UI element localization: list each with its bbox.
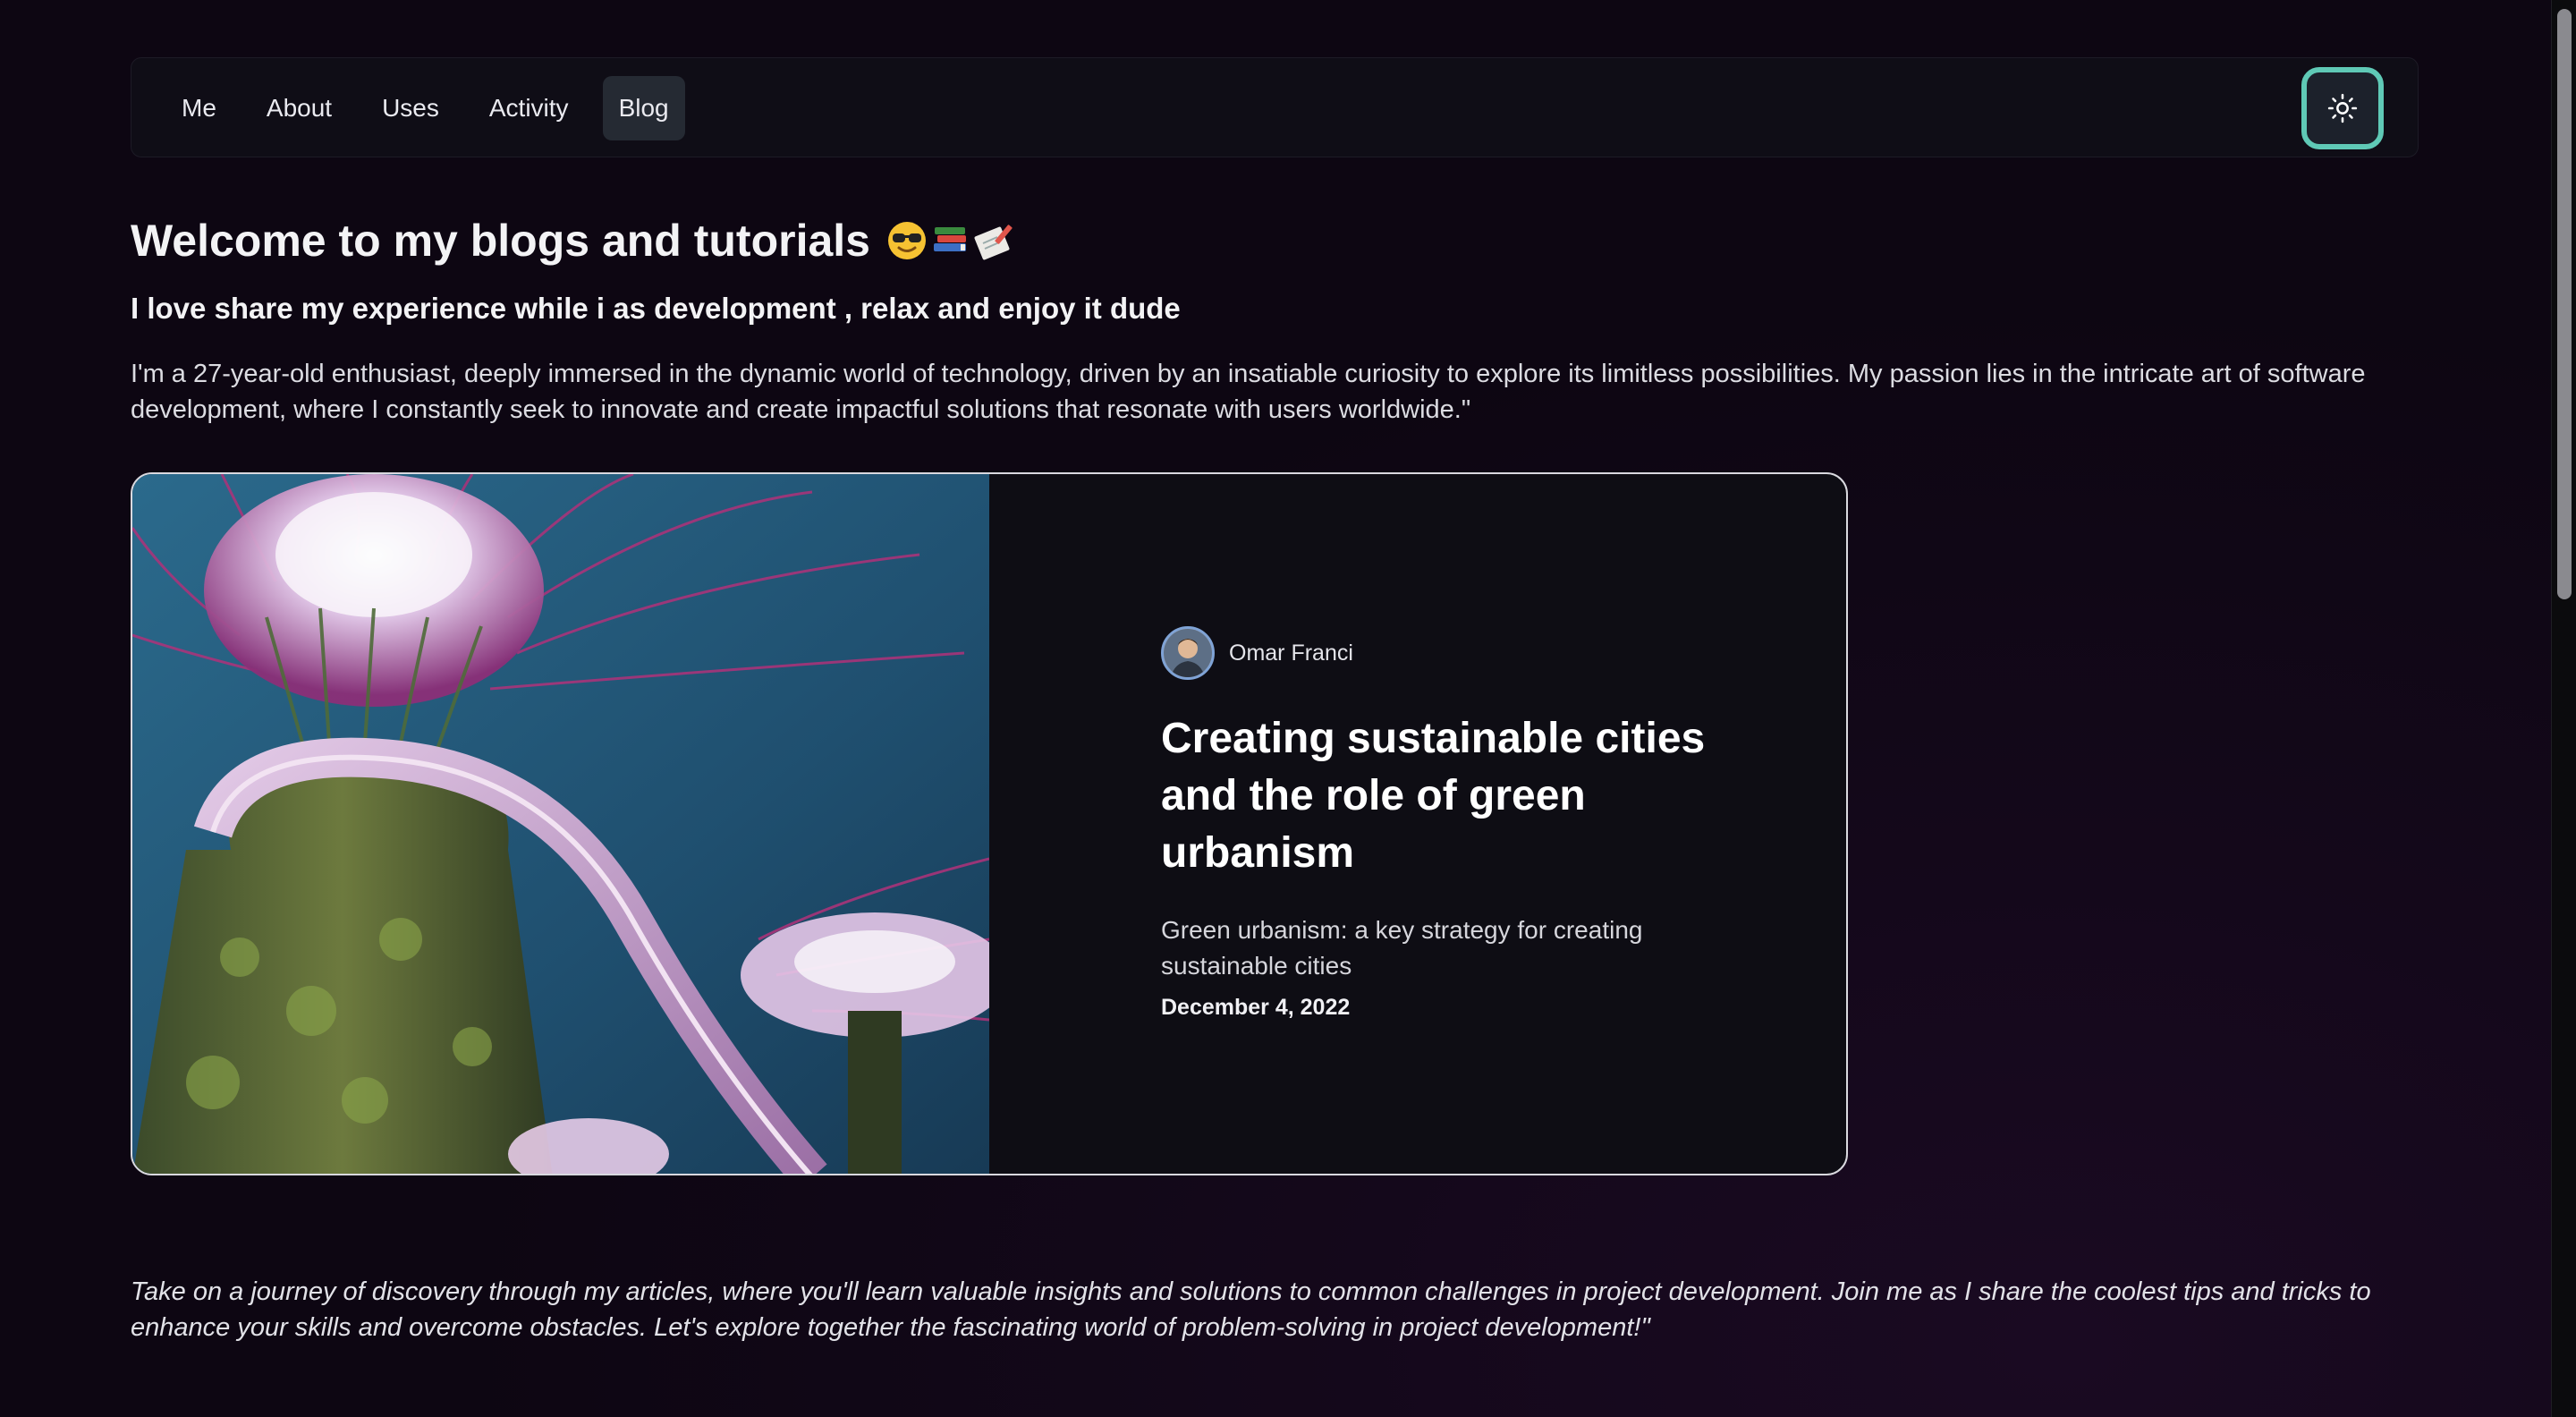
- featured-post-card[interactable]: Omar Franci Creating sustainable cities …: [131, 472, 1848, 1175]
- sunglasses-emoji-icon: [887, 222, 926, 259]
- title-emojis: [886, 220, 1019, 261]
- post-cover-image: [132, 474, 989, 1174]
- theme-toggle-button[interactable]: [2301, 67, 2384, 149]
- nav-item-me[interactable]: Me: [165, 76, 233, 140]
- memo-emoji-icon: [974, 225, 1013, 260]
- nav-items: Me About Uses Activity Blog: [165, 76, 685, 140]
- nav-item-uses[interactable]: Uses: [366, 76, 455, 140]
- nav-item-activity[interactable]: Activity: [473, 76, 585, 140]
- post-author: Omar Franci: [1161, 626, 1716, 680]
- nav-item-blog[interactable]: Blog: [602, 76, 685, 140]
- post-date: December 4, 2022: [1161, 995, 1351, 1020]
- scrollbar-thumb[interactable]: [2557, 9, 2572, 599]
- intro-paragraph: I'm a 27-year-old enthusiast, deeply imm…: [131, 360, 2366, 424]
- page-subtitle: I love share my experience while i as de…: [131, 292, 1181, 325]
- sun-icon: [2327, 93, 2358, 123]
- post-card-body: Omar Franci Creating sustainable cities …: [1161, 626, 1716, 1021]
- page-title: Welcome to my blogs and tutorials: [131, 215, 1019, 267]
- top-nav: Me About Uses Activity Blog: [131, 57, 2419, 157]
- page-title-text: Welcome to my blogs and tutorials: [131, 216, 870, 266]
- post-title[interactable]: Creating sustainable cities and the role…: [1161, 710, 1716, 882]
- avatar: [1161, 626, 1215, 680]
- books-emoji-icon: [933, 227, 966, 251]
- outro-paragraph: Take on a journey of discovery through m…: [131, 1277, 2371, 1342]
- page-scrollbar[interactable]: [2551, 0, 2576, 1417]
- author-name[interactable]: Omar Franci: [1229, 641, 1353, 666]
- post-excerpt: Green urbanism: a key strategy for creat…: [1161, 916, 1643, 980]
- nav-item-about[interactable]: About: [250, 76, 348, 140]
